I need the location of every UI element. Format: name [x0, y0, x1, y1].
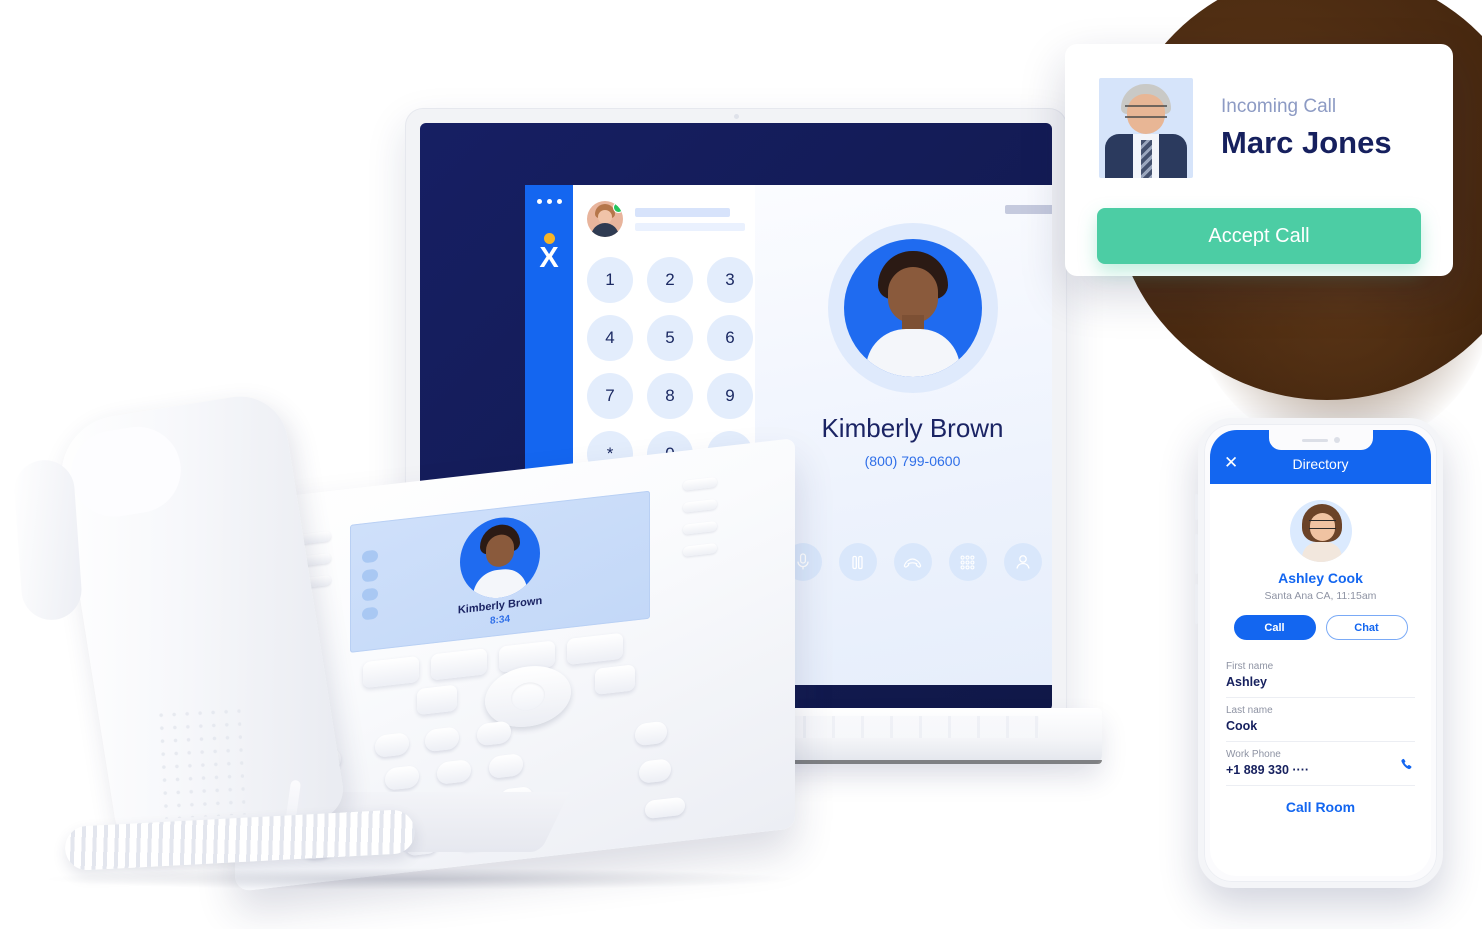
desk-phone-caller-avatar — [460, 513, 540, 603]
contact-avatar — [1289, 500, 1352, 562]
placeholder-bar — [1005, 205, 1052, 214]
incoming-call-label: Incoming Call — [1221, 95, 1337, 117]
contact-fields: First name Ashley Last name Cook Work Ph… — [1226, 654, 1415, 786]
last-name-field: Last name Cook — [1226, 698, 1415, 742]
accept-call-button[interactable]: Accept Call — [1097, 208, 1421, 264]
line-key[interactable] — [683, 520, 717, 535]
line-key[interactable] — [683, 542, 717, 557]
pause-icon — [852, 555, 863, 569]
glasses-icon — [1125, 105, 1167, 118]
incoming-call-card: Incoming Call Marc Jones Accept Call — [1065, 44, 1453, 276]
keypad-key[interactable] — [489, 753, 523, 779]
speaker-icon — [1301, 438, 1328, 442]
dialpad-key[interactable]: 1 — [587, 257, 633, 303]
last-name-value: Cook — [1226, 719, 1258, 733]
dpad-center-button[interactable] — [511, 680, 545, 713]
front-camera-icon — [1333, 437, 1340, 443]
handset-mouthpiece — [12, 458, 84, 622]
keypad-key[interactable] — [385, 764, 419, 791]
call-button[interactable]: Call — [1233, 615, 1316, 640]
contact-location-time: Santa Ana CA, 11:15am — [1264, 590, 1377, 602]
dialpad-key[interactable]: 2 — [647, 257, 693, 303]
line-indicators — [362, 549, 378, 621]
desk-phone-shadow — [40, 868, 800, 890]
last-name-label: Last name — [1226, 705, 1273, 716]
incoming-call-row: Incoming Call Marc Jones — [1065, 44, 1453, 178]
dialpad-key[interactable]: 5 — [647, 315, 693, 361]
keypad-key[interactable] — [437, 759, 471, 785]
device-notch — [1268, 430, 1373, 450]
avatar — [587, 201, 623, 237]
volume-up-button[interactable] — [1195, 534, 1198, 574]
hold-call-button[interactable] — [838, 543, 877, 581]
line-key[interactable] — [683, 498, 717, 513]
user-placeholder-text — [635, 207, 745, 231]
soft-key[interactable] — [363, 655, 419, 689]
laptop-webcam-icon — [734, 114, 739, 119]
dialpad-key[interactable]: 4 — [587, 315, 633, 361]
work-phone-field: Work Phone +1 889 330 ···· — [1226, 742, 1415, 786]
chat-button[interactable]: Chat — [1325, 615, 1408, 640]
dialpad-key[interactable]: 3 — [707, 257, 753, 303]
phone-icon[interactable] — [1400, 758, 1413, 776]
handset-speaker-holes — [154, 704, 246, 819]
window-dots — [537, 199, 562, 204]
soft-key[interactable] — [431, 648, 487, 681]
contact-actions: Call Chat — [1210, 615, 1431, 640]
incoming-caller-name: Marc Jones — [1221, 124, 1392, 160]
first-name-value: Ashley — [1226, 675, 1267, 689]
end-call-button[interactable] — [893, 543, 932, 581]
online-status-badge — [613, 202, 623, 213]
call-room-link[interactable]: Call Room — [1210, 799, 1431, 815]
logo-letter: X — [539, 242, 559, 274]
caller-photo — [1099, 78, 1193, 178]
mobile-header-title: Directory — [1292, 456, 1349, 472]
glasses-icon — [1308, 520, 1336, 529]
function-key[interactable] — [645, 796, 685, 820]
add-contact-button[interactable] — [1003, 543, 1042, 581]
keypad-key[interactable] — [477, 720, 511, 747]
volume-down-button[interactable] — [1195, 584, 1198, 624]
desk-phone-handset[interactable] — [52, 389, 348, 851]
left-function-key[interactable] — [417, 684, 457, 716]
keypad-key[interactable] — [375, 732, 409, 758]
right-function-key[interactable] — [595, 664, 635, 695]
dialpad-key[interactable]: 6 — [707, 315, 753, 361]
first-name-field: First name Ashley — [1226, 654, 1415, 698]
handset-earpiece — [64, 420, 187, 523]
dialpad-user-header — [587, 201, 745, 237]
keypad-icon — [960, 555, 975, 569]
hero-composition: Kimberly Brown (800) 799-0600 X 1 2 3 4 … — [0, 0, 1482, 929]
mobile-screen: ✕ Directory Ashley Cook Santa Ana CA, 11… — [1210, 430, 1431, 876]
active-call-avatar-ring — [827, 223, 998, 393]
function-key[interactable] — [639, 758, 671, 784]
work-phone-label: Work Phone — [1226, 749, 1281, 760]
keypad-key[interactable] — [425, 726, 459, 753]
desk-phone-screen: Kimberly Brown 8:34 — [350, 490, 650, 653]
show-keypad-button[interactable] — [948, 543, 987, 581]
app-logo[interactable]: X — [525, 233, 573, 274]
mute-switch[interactable] — [1195, 494, 1198, 520]
work-phone-value: +1 889 330 ···· — [1226, 763, 1310, 777]
person-icon — [1015, 555, 1030, 569]
incoming-call-text: Incoming Call Marc Jones — [1221, 96, 1392, 161]
first-name-label: First name — [1226, 661, 1274, 672]
contact-name: Ashley Cook — [1278, 570, 1363, 586]
mobile-header: ✕ Directory — [1210, 430, 1431, 484]
hangup-icon — [903, 557, 922, 568]
soft-key[interactable] — [567, 632, 623, 666]
desk-phone-device: Kimberly Brown 8:34 — [12, 389, 800, 900]
mobile-device: ✕ Directory Ashley Cook Santa Ana CA, 11… — [1195, 418, 1443, 888]
line-key[interactable] — [683, 476, 717, 491]
active-call-avatar — [843, 239, 982, 377]
function-key[interactable] — [635, 720, 667, 747]
